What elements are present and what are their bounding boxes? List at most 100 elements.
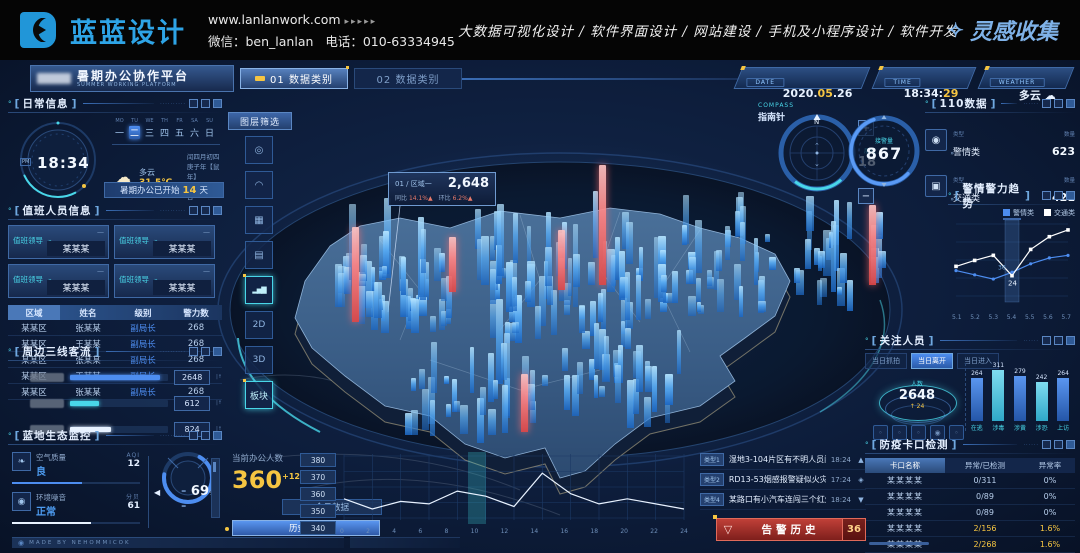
map-bar (716, 250, 722, 271)
tab-data-category-2[interactable]: 02 数据类别 (354, 68, 462, 89)
checkpoint-row[interactable]: 某某某某0/890% (865, 489, 1075, 505)
weekday-cell[interactable]: TH四 (159, 118, 170, 139)
map-bar (625, 272, 630, 320)
panel-duty-staff: °[值班人员信息]·········· 值班领导 »—某某某值班领导 »—某某某… (8, 203, 222, 343)
map-bar (645, 366, 652, 392)
platform-logo-blur (37, 73, 71, 84)
focus-count: 2648 (875, 388, 959, 403)
duty-col-header[interactable]: 警力数 (170, 307, 222, 319)
alert-history-banner[interactable]: ▽ 告警历史 36 (716, 518, 866, 541)
map-bar (677, 330, 681, 374)
pin-icon[interactable]: ◎ (245, 136, 273, 164)
weekday-cell[interactable]: SA六 (189, 118, 200, 139)
map-bar (441, 278, 447, 301)
checkpoint-row[interactable]: 某某某某2/2681.6% (865, 537, 1075, 553)
checkpoint-row[interactable]: 某某某某0/890% (865, 505, 1075, 521)
bar-chart-icon[interactable]: ▂▅▇ (245, 276, 273, 304)
checkpoint-tab-name[interactable]: 卡口名称 (865, 458, 945, 473)
warning-triangle-icon: ▽ (717, 523, 739, 536)
tooltip-mom: 6.2% (453, 195, 468, 202)
checkpoint-scrollbar[interactable] (869, 542, 929, 545)
trend-x-tick: 5.5 (1025, 314, 1035, 321)
weekday-cell[interactable]: TU二 (129, 118, 140, 139)
website-link[interactable]: www.lanlanwork.com (208, 12, 341, 27)
building-icon: ▤ (254, 250, 263, 261)
map-bar (488, 409, 496, 435)
duty-col-header[interactable]: 区域 (8, 305, 60, 320)
arrows-decoration: ▸▸▸▸▸ (345, 17, 378, 27)
duty-col-header[interactable]: 级别 (116, 307, 170, 319)
weekday-cell[interactable]: MO一 (114, 118, 125, 139)
alert-row[interactable]: 类型1湿地3-104片区有不明人员闯入18:24▲ (700, 450, 866, 470)
duty-leader-card[interactable]: 值班领导 »—某某某 (8, 225, 109, 259)
alert-text: RD13-53烟感报警疑似火灾 (729, 474, 826, 485)
map-bar (876, 212, 883, 239)
map-bar (725, 226, 730, 260)
panel-control-icons[interactable] (189, 431, 222, 440)
duty-leader-card[interactable]: 值班领导 »—某某某 (8, 264, 109, 298)
alert-row[interactable]: 类型4某路口有小汽车连闯三个红灯18:24▼ (700, 490, 866, 510)
panel-control-icons[interactable] (1042, 99, 1075, 108)
mode-block[interactable]: 板块 (245, 381, 273, 409)
map-bar (626, 222, 633, 264)
duty-table-row[interactable]: 某某区张某某副局长268 (8, 320, 222, 336)
gauge-prev-arrow[interactable]: ◀ (154, 488, 160, 497)
panel-control-icons[interactable] (1042, 336, 1075, 345)
office-x-tick: 18 (590, 528, 598, 535)
panel-control-icons[interactable] (1042, 440, 1075, 449)
footer-watermark: ◉ MADE BY NEHOMMICOK (12, 537, 344, 548)
focus-tab[interactable]: 当日离开 (911, 353, 953, 369)
alert-time: 18:24 (831, 496, 851, 504)
inspiration-collect[interactable]: ✧ 灵感收集 (947, 0, 1058, 60)
map-bar (382, 266, 387, 278)
mode-3d[interactable]: 3D (245, 346, 273, 374)
map-bar (512, 277, 517, 311)
building-icon[interactable]: ▤ (245, 241, 273, 269)
duty-leader-card[interactable]: 值班领导 »—某某某 (114, 225, 215, 259)
duty-cell: 某某区 (8, 322, 60, 334)
map-bar (527, 384, 535, 410)
focus-tab[interactable]: 当日抓拍 (865, 353, 907, 369)
panel-control-icons[interactable] (1042, 191, 1075, 200)
mode-2d[interactable]: 2D (245, 311, 273, 339)
office-line-chart (340, 452, 688, 526)
trend-x-tick: 5.1 (952, 314, 962, 321)
alert-row[interactable]: 类型2RD13-53烟感报警疑似火灾17:24◈ (700, 470, 866, 490)
checkpoint-row[interactable]: 某某某某2/1561.6% (865, 521, 1075, 537)
map-bar (419, 369, 425, 389)
grid-icon[interactable]: ▦ (245, 206, 273, 234)
map-bar (594, 375, 598, 398)
eco-slider[interactable] (211, 458, 220, 518)
weekday-cell[interactable]: WE三 (144, 118, 155, 139)
map-bar (422, 389, 429, 430)
panel-control-icons[interactable] (189, 206, 222, 215)
weekday-cell[interactable]: FR五 (174, 118, 185, 139)
panel-title: 日常信息 (23, 96, 69, 111)
duty-leader-card[interactable]: 值班领导 »—某某某 (114, 264, 215, 298)
map-bar (754, 238, 758, 285)
platform-title-block: 暑期办公协作平台 SUMMER WORKING PLATFORM (30, 65, 234, 92)
dashboard: 01 / 区域一 2,648 同比 14.1%▲ 环比 6.2%▲ 暑期办公协作… (0, 60, 1080, 553)
lanlan-logo-icon (16, 10, 60, 50)
tab-data-category-1[interactable]: 01 数据类别 (240, 68, 348, 89)
map-bar (696, 278, 701, 302)
panel-control-icons[interactable] (189, 347, 222, 356)
time-segment: TIME 18:34:29 (872, 67, 977, 89)
map-bar (545, 247, 552, 286)
grid-icon: ▦ (254, 215, 263, 226)
map-bar (512, 322, 519, 333)
map-bar (837, 287, 842, 295)
duty-col-header[interactable]: 姓名 (60, 307, 116, 319)
checkpoint-row[interactable]: 某某某某0/3110% (865, 473, 1075, 489)
data-tabs: 01 数据类别 02 数据类别 (240, 68, 462, 89)
map-bar (446, 404, 451, 417)
tooltip-index: 01 / (395, 180, 411, 188)
panel-control-icons[interactable] (189, 99, 222, 108)
office-y-tick: 340 (300, 521, 336, 535)
phone-label: 电话：010-63334945 (325, 34, 455, 49)
weekday-cell[interactable]: SU日 (204, 118, 215, 139)
layer-filter-title: 图层筛选 (228, 112, 292, 130)
radar-icon[interactable]: ◠ (245, 171, 273, 199)
map-bar (607, 249, 615, 292)
map-bar (672, 271, 678, 303)
